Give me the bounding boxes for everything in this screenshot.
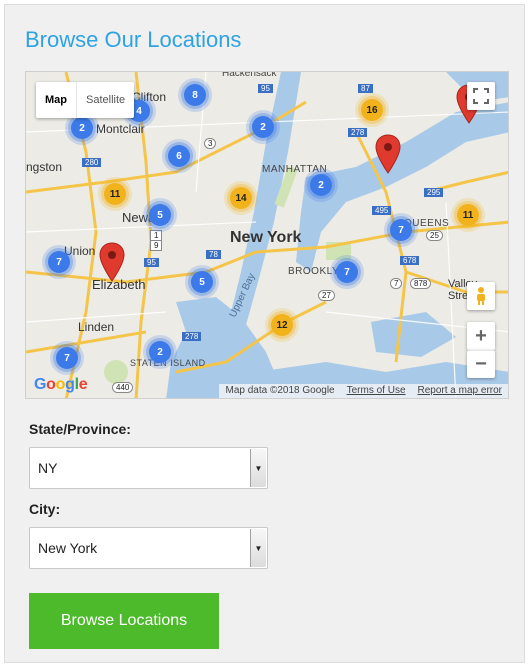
cluster-marker[interactable]: 6 [162, 139, 196, 173]
cluster-count: 2 [71, 117, 93, 139]
cluster-marker[interactable]: 2 [246, 110, 280, 144]
cluster-count: 12 [271, 314, 293, 336]
cluster-count: 11 [104, 183, 126, 205]
map-type-control: Map Satellite [36, 82, 135, 118]
map-label-hackensack: Hackensack [222, 71, 277, 79]
route-shield: 495 [372, 206, 392, 215]
chevron-down-icon: ▼ [250, 449, 266, 487]
cluster-count: 6 [168, 145, 190, 167]
locations-panel: Browse Our Locations New York Clifton Mo… [4, 4, 525, 663]
locations-map[interactable]: New York Clifton Montclair Newark Union … [25, 71, 509, 399]
cluster-marker[interactable]: 14 [224, 181, 258, 215]
route-shield: 9 [150, 240, 163, 251]
cluster-marker[interactable]: 11 [451, 198, 485, 232]
route-shield: 25 [426, 230, 443, 241]
map-data-credit: Map data ©2018 Google [225, 385, 335, 396]
map-type-map-button[interactable]: Map [36, 82, 76, 118]
cluster-marker[interactable]: 11 [98, 177, 132, 211]
fullscreen-button[interactable] [467, 82, 495, 110]
cluster-marker[interactable]: 7 [50, 341, 84, 375]
location-pin-icon[interactable] [375, 134, 401, 174]
page-title: Browse Our Locations [25, 27, 242, 52]
route-shield: 95 [258, 84, 273, 93]
cluster-count: 2 [149, 341, 171, 363]
state-select-value: NY [38, 460, 58, 476]
state-label: State/Province: [29, 421, 131, 437]
city-label: City: [29, 501, 61, 517]
map-attribution: Map data ©2018 Google Terms of Use Repor… [219, 384, 508, 398]
map-label-kingston: ngston [26, 160, 63, 174]
cluster-marker[interactable]: 12 [265, 308, 299, 342]
pegman-icon [477, 287, 485, 305]
cluster-marker[interactable]: 7 [384, 213, 418, 247]
route-shield: 878 [410, 278, 432, 289]
route-shield: 78 [206, 250, 221, 259]
cluster-marker[interactable]: 8 [178, 78, 212, 112]
route-shield: 440 [112, 382, 134, 393]
route-shield: 87 [358, 84, 373, 93]
chevron-down-icon: ▼ [250, 529, 266, 567]
cluster-count: 7 [336, 261, 358, 283]
map-label-linden: Linden [78, 320, 115, 334]
plus-icon: + [475, 324, 487, 347]
route-shield: 27 [318, 290, 335, 301]
cluster-count: 7 [48, 251, 70, 273]
cluster-count: 11 [457, 204, 479, 226]
cluster-count: 8 [184, 84, 206, 106]
route-shield: 278 [182, 332, 202, 341]
map-type-satellite-button[interactable]: Satellite [76, 82, 134, 118]
zoom-out-button[interactable]: − [467, 350, 495, 378]
browse-locations-button[interactable]: Browse Locations [29, 593, 219, 649]
cluster-marker[interactable]: 16 [355, 93, 389, 127]
zoom-in-button[interactable]: + [467, 322, 495, 350]
minus-icon: − [475, 353, 487, 375]
map-label-city: New York [230, 229, 302, 246]
state-select[interactable]: NY ▼ [29, 447, 268, 489]
cluster-count: 7 [390, 219, 412, 241]
route-shield: 95 [144, 258, 159, 267]
cluster-marker[interactable]: 5 [185, 265, 219, 299]
cluster-count: 5 [191, 271, 213, 293]
terms-of-use-link[interactable]: Terms of Use [347, 384, 406, 398]
cluster-marker[interactable]: 5 [143, 198, 177, 232]
cluster-count: 5 [149, 204, 171, 226]
cluster-marker[interactable]: 7 [42, 245, 76, 279]
cluster-count: 14 [230, 187, 252, 209]
location-pin-icon[interactable] [99, 242, 125, 282]
report-map-error-link[interactable]: Report a map error [418, 384, 502, 398]
route-shield: 295 [424, 188, 444, 197]
route-shield: 278 [348, 128, 368, 137]
city-select-value: New York [38, 540, 98, 556]
cluster-count: 2 [310, 174, 332, 196]
cluster-marker[interactable]: 7 [330, 255, 364, 289]
cluster-count: 16 [361, 99, 383, 121]
cluster-count: 7 [56, 347, 78, 369]
cluster-count: 2 [252, 116, 274, 138]
route-shield: 280 [82, 158, 102, 167]
cluster-marker[interactable]: 2 [143, 335, 177, 369]
street-view-button[interactable] [467, 282, 495, 310]
fullscreen-icon [473, 88, 489, 104]
google-logo: Google [34, 376, 88, 393]
route-shield: 678 [400, 256, 420, 265]
city-select[interactable]: New York ▼ [29, 527, 268, 569]
cluster-marker[interactable]: 2 [304, 168, 338, 202]
